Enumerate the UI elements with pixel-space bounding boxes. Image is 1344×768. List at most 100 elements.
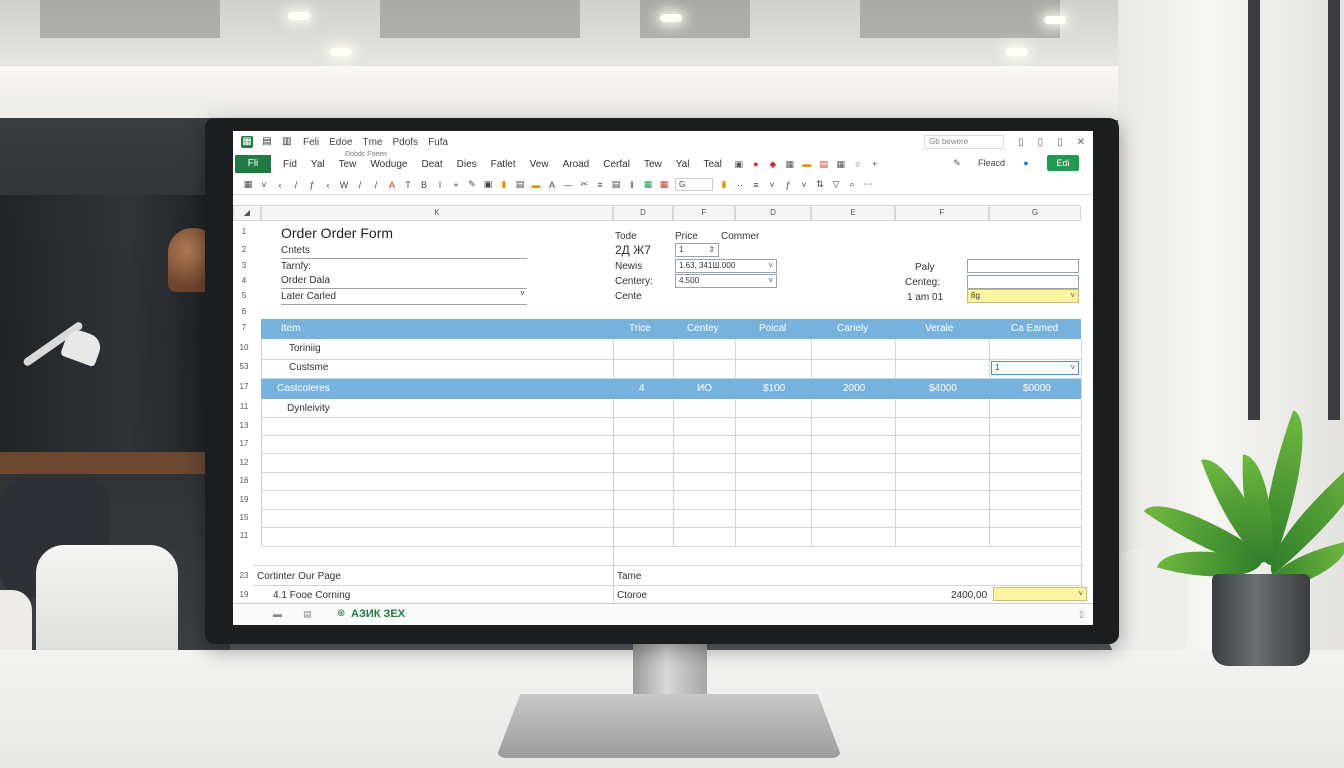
chevron-down-icon[interactable]: ˅ (1070, 362, 1075, 374)
pay-field[interactable] (967, 259, 1079, 273)
menu-item[interactable]: Deat (422, 159, 443, 170)
account-name[interactable]: Fleacd (978, 158, 1005, 168)
row-header[interactable]: 13 (233, 421, 255, 430)
table-header-cell[interactable]: Item (281, 323, 300, 334)
chevron-down-icon[interactable]: ˅ (799, 180, 809, 190)
row-header[interactable]: 53 (233, 362, 255, 371)
menu-item[interactable]: Tew (339, 159, 357, 170)
table-row-item[interactable]: Castcoleres (277, 383, 330, 394)
row-header[interactable]: 17 (233, 382, 255, 391)
row-header[interactable]: 1 (233, 227, 255, 236)
row-header[interactable]: 5 (233, 291, 255, 300)
minimize-icon[interactable]: ▯ (1038, 137, 1044, 148)
font-size-icon[interactable]: A (547, 180, 557, 190)
add-sheet-icon[interactable]: ⊕ (337, 608, 345, 619)
menu-item[interactable]: Vew (530, 159, 549, 170)
table-header-cell[interactable]: Verale (925, 323, 953, 334)
row-header[interactable]: 16 (233, 476, 255, 485)
zoom-box[interactable]: G (675, 178, 713, 191)
row-header[interactable]: 7 (233, 323, 255, 332)
row-header[interactable]: 2 (233, 245, 255, 254)
row-header[interactable]: 6 (233, 307, 255, 316)
menu-item[interactable]: Woduge (370, 159, 407, 170)
text-format-icon[interactable]: T (403, 180, 413, 190)
close-icon[interactable]: ✕ (1077, 137, 1085, 148)
menu-item[interactable]: Cerfal (603, 159, 630, 170)
stepper-icon[interactable]: ⇕ (708, 244, 715, 256)
title-menu-item[interactable]: Tme (362, 137, 382, 148)
edit-button[interactable]: Edi (1047, 155, 1079, 171)
chevron-down-icon[interactable]: ˅ (767, 180, 777, 190)
table-cell[interactable]: 4 (639, 383, 645, 394)
menu-item[interactable]: Fatlet (491, 159, 516, 170)
formula-icon[interactable]: ƒ (307, 180, 317, 190)
table-header-cell[interactable]: Centey (687, 323, 719, 334)
filter-icon[interactable]: ▽ (831, 179, 841, 190)
align-icon[interactable]: ≡ (595, 180, 605, 190)
text-color-icon[interactable]: A (387, 180, 397, 190)
back-icon[interactable]: ‹ (275, 180, 285, 190)
table-cell[interactable]: $0000 (1023, 383, 1051, 394)
column-header[interactable]: F (895, 205, 989, 221)
folder-icon[interactable]: ▬ (802, 159, 812, 169)
news-select[interactable]: 1.63, 341Ш.000 ˅ (675, 259, 777, 273)
highlight-icon[interactable]: ▬ (531, 180, 541, 190)
table-cell[interactable]: ИО (697, 383, 712, 394)
add-icon[interactable]: + (870, 159, 880, 169)
scroll-right-icon[interactable]: ▯ (1079, 609, 1084, 620)
table-header-cell[interactable]: Poical (759, 323, 786, 334)
title-menu-item[interactable]: Pdofs (392, 137, 418, 148)
sheet-nav-icon[interactable]: ▬ (273, 609, 282, 619)
pen-icon[interactable]: ✎ (952, 158, 962, 168)
italic-icon[interactable]: / (291, 180, 301, 190)
left-icon[interactable]: ‹ (323, 180, 333, 190)
table-cell[interactable]: 2000 (843, 383, 865, 394)
row-header[interactable]: 10 (233, 343, 255, 352)
table-row-item[interactable]: Custsme (289, 362, 328, 373)
title-menu-item[interactable]: Edoe (329, 137, 352, 148)
italic-icon[interactable]: I (435, 180, 445, 190)
add-icon[interactable]: + (451, 180, 461, 190)
format-icon[interactable]: ▣ (734, 159, 744, 169)
grid-icon[interactable]: ▦ (836, 159, 846, 169)
select-all-corner[interactable]: ◢ (233, 205, 261, 221)
restore-icon[interactable]: ▯ (1018, 137, 1024, 148)
sort-icon[interactable]: ⇅ (815, 179, 825, 190)
menu-item[interactable]: Yal (311, 159, 325, 170)
globe-icon[interactable]: ● (1021, 158, 1031, 168)
edit-icon[interactable]: ✎ (467, 179, 477, 190)
column-header[interactable]: D (735, 205, 811, 221)
minus-icon[interactable]: — (563, 180, 573, 190)
chevron-down-icon[interactable]: ˅ (259, 180, 269, 190)
image-icon[interactable]: ▤ (515, 179, 525, 190)
table-header-cell[interactable]: Cariely (837, 323, 868, 334)
title-menu-item[interactable]: Fufa (428, 137, 448, 148)
sheet-list-icon[interactable]: ▤ (303, 609, 312, 620)
table-cell[interactable]: $100 (763, 383, 785, 394)
bold-icon[interactable]: B (419, 180, 429, 190)
menu-item[interactable]: Dies (457, 159, 477, 170)
ellipsis-icon[interactable]: ⋯ (863, 179, 873, 190)
dots-icon[interactable]: ·· (735, 180, 745, 190)
scissors-icon[interactable]: ✂ (579, 179, 589, 190)
slash-icon[interactable]: / (371, 180, 381, 190)
row-header[interactable]: 4 (233, 276, 255, 285)
chevron-down-icon[interactable]: ˅ (768, 275, 773, 287)
row-header[interactable]: 17 (233, 439, 255, 448)
maximize-icon[interactable]: ▯ (1057, 137, 1063, 148)
row-header[interactable]: 11 (233, 402, 255, 411)
row-header[interactable]: 15 (233, 513, 255, 522)
table-row-item[interactable]: Dynleivity (287, 403, 330, 414)
fill-color-icon[interactable]: ● (751, 159, 761, 169)
row-header[interactable]: 19 (233, 495, 255, 504)
file-tab[interactable]: Fli (235, 155, 271, 173)
border-icon[interactable]: ▤ (611, 179, 621, 190)
fill-icon[interactable]: ▮ (719, 179, 729, 190)
chart-icon[interactable]: ▦ (785, 159, 795, 169)
wrap-icon[interactable]: W (339, 180, 349, 190)
title-menu-item[interactable]: Feli (303, 137, 319, 148)
styles-icon[interactable]: ▦ (659, 179, 669, 190)
grid-menu-icon[interactable]: ▦ (243, 179, 253, 190)
slash-icon[interactable]: / (355, 180, 365, 190)
highlighted-select[interactable]: 6g ˅ (967, 289, 1079, 303)
